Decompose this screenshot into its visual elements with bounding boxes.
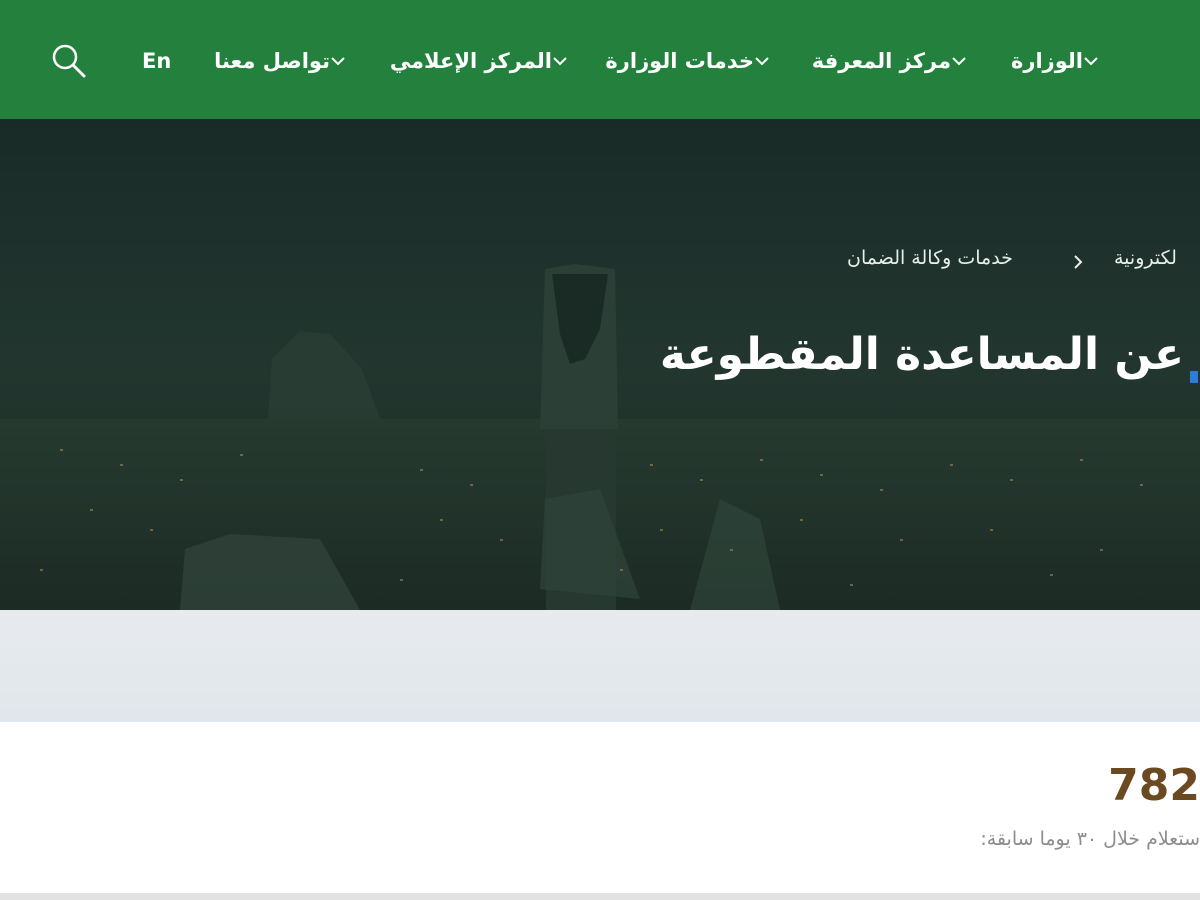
breadcrumb-item-e-services[interactable]: لكترونية [1114,247,1200,277]
chevron-down-icon [553,57,567,66]
chevron-right-icon [1074,255,1083,269]
divider [0,893,1200,900]
nav-item-label: تواصل معنا [214,49,330,73]
chevron-down-icon [952,57,966,66]
chevron-down-icon [1084,57,1098,66]
page-title: عن المساعدة المقطوعة [659,329,1184,380]
nav-item-label: خدمات الوزارة [605,49,754,73]
hero-banner: لكترونية خدمات وكالة الضمان عن المساعدة … [0,119,1200,610]
language-toggle[interactable]: En [142,44,171,78]
nav-item-ministry-services[interactable]: خدمات الوزارة [605,44,776,78]
nav-item-label: المركز الإعلامي [389,49,552,73]
nav-item-label: مركز المعرفة [811,49,951,73]
breadcrumb-label: لكترونية [1114,247,1177,269]
nav-item-media-center[interactable]: المركز الإعلامي [390,44,574,78]
page-title-fragment [1186,329,1200,389]
breadcrumb-label: خدمات وكالة الضمان [847,247,1013,269]
nav-item-contact-us[interactable]: تواصل معنا [214,44,352,78]
search-icon[interactable] [48,40,88,80]
nav-item-ministry[interactable]: الوزارة [1011,44,1105,78]
chevron-down-icon [331,57,345,66]
search-band [0,610,1200,722]
nav-item-knowledge-center[interactable]: مركز المعرفة [812,44,973,78]
nav-item-label: الوزارة [1010,49,1083,73]
stat-description: ستعلام خلال ٣٠ يوما سابقة: [980,828,1200,850]
stat-count: 782 [1108,760,1200,811]
content-panel [0,722,1200,894]
breadcrumb-item-guarantee-agency-services[interactable]: خدمات وكالة الضمان [847,247,1013,277]
top-navbar: الوزارة مركز المعرفة خدمات الوزارة المرك… [0,0,1200,119]
chevron-down-icon [755,57,769,66]
